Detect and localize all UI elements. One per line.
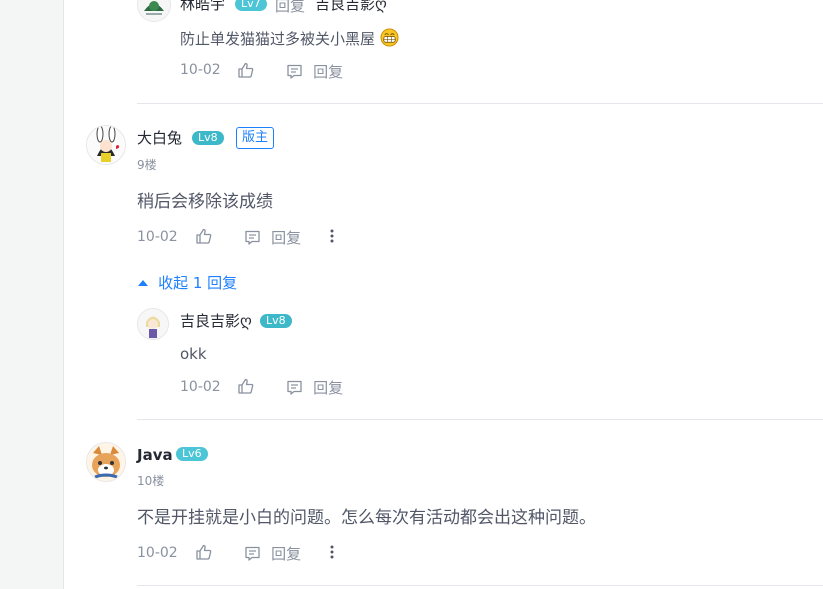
comment-divider xyxy=(137,419,823,420)
comment-date: 10-02 xyxy=(137,545,178,561)
level-badge: Lv8 xyxy=(192,131,224,145)
comment-icon xyxy=(245,230,260,245)
comment-icon xyxy=(245,546,260,561)
comment-username[interactable]: Java xyxy=(137,446,173,464)
avatar-linhaoyu[interactable] xyxy=(137,0,171,22)
reply-button[interactable]: 回复 xyxy=(286,61,343,81)
more-vertical-icon[interactable] xyxy=(329,228,335,244)
comment-username[interactable]: 大白兔 xyxy=(137,129,182,147)
comment-panel: 林皓宇 Lv7 回复 吉良吉影ღ 防止单发猫猫过多被关小黑屋 10-02 回复 xyxy=(63,0,823,589)
reply-to-label: 回复 xyxy=(275,0,306,15)
moderator-badge: 版主 xyxy=(236,127,275,149)
caret-up-icon xyxy=(138,280,148,286)
avatar-image xyxy=(138,309,168,339)
floor-number: 10楼 xyxy=(137,474,165,488)
collapse-replies-button[interactable]: 收起 1 回复 xyxy=(137,272,237,292)
reply-username[interactable]: 林皓宇 xyxy=(180,0,225,13)
reply-date: 10-02 xyxy=(180,379,221,395)
reply-date: 10-02 xyxy=(180,62,221,78)
comment-divider xyxy=(137,585,823,586)
avatar-image xyxy=(87,126,125,164)
thumbs-up-icon[interactable] xyxy=(195,543,213,561)
comment-icon xyxy=(287,64,302,79)
level-badge: Lv7 xyxy=(235,0,267,11)
avatar-java[interactable] xyxy=(86,442,126,482)
avatar-image xyxy=(87,443,125,481)
reply-username[interactable]: 吉良吉影ღ xyxy=(180,312,252,330)
reply-button[interactable]: 回复 xyxy=(244,543,301,563)
floor-number: 9楼 xyxy=(137,158,157,172)
level-badge: Lv6 xyxy=(176,447,208,461)
comment-icon xyxy=(287,380,302,395)
avatar-image xyxy=(138,0,170,21)
reply-content: 防止单发猫猫过多被关小黑屋 xyxy=(180,28,399,50)
thumbs-up-icon[interactable] xyxy=(237,61,255,79)
reply-target-username[interactable]: 吉良吉影ღ xyxy=(315,0,387,13)
thumbs-up-icon[interactable] xyxy=(237,377,255,395)
avatar-dabaitu[interactable] xyxy=(86,125,126,165)
comment-content: 不是开挂就是小白的问题。怎么每次有活动都会出这种问题。 xyxy=(137,508,596,528)
comment-divider xyxy=(137,103,823,104)
more-vertical-icon[interactable] xyxy=(329,544,335,560)
avatar-jiliangjiying[interactable] xyxy=(137,308,169,340)
reply-button[interactable]: 回复 xyxy=(244,227,301,247)
level-badge: Lv8 xyxy=(260,314,292,328)
grin-emoji-icon xyxy=(380,28,399,47)
reply-button[interactable]: 回复 xyxy=(286,377,343,397)
reply-content: okk xyxy=(180,345,207,363)
comment-date: 10-02 xyxy=(137,229,178,245)
thumbs-up-icon[interactable] xyxy=(195,227,213,245)
comment-content: 稍后会移除该成绩 xyxy=(137,192,273,212)
